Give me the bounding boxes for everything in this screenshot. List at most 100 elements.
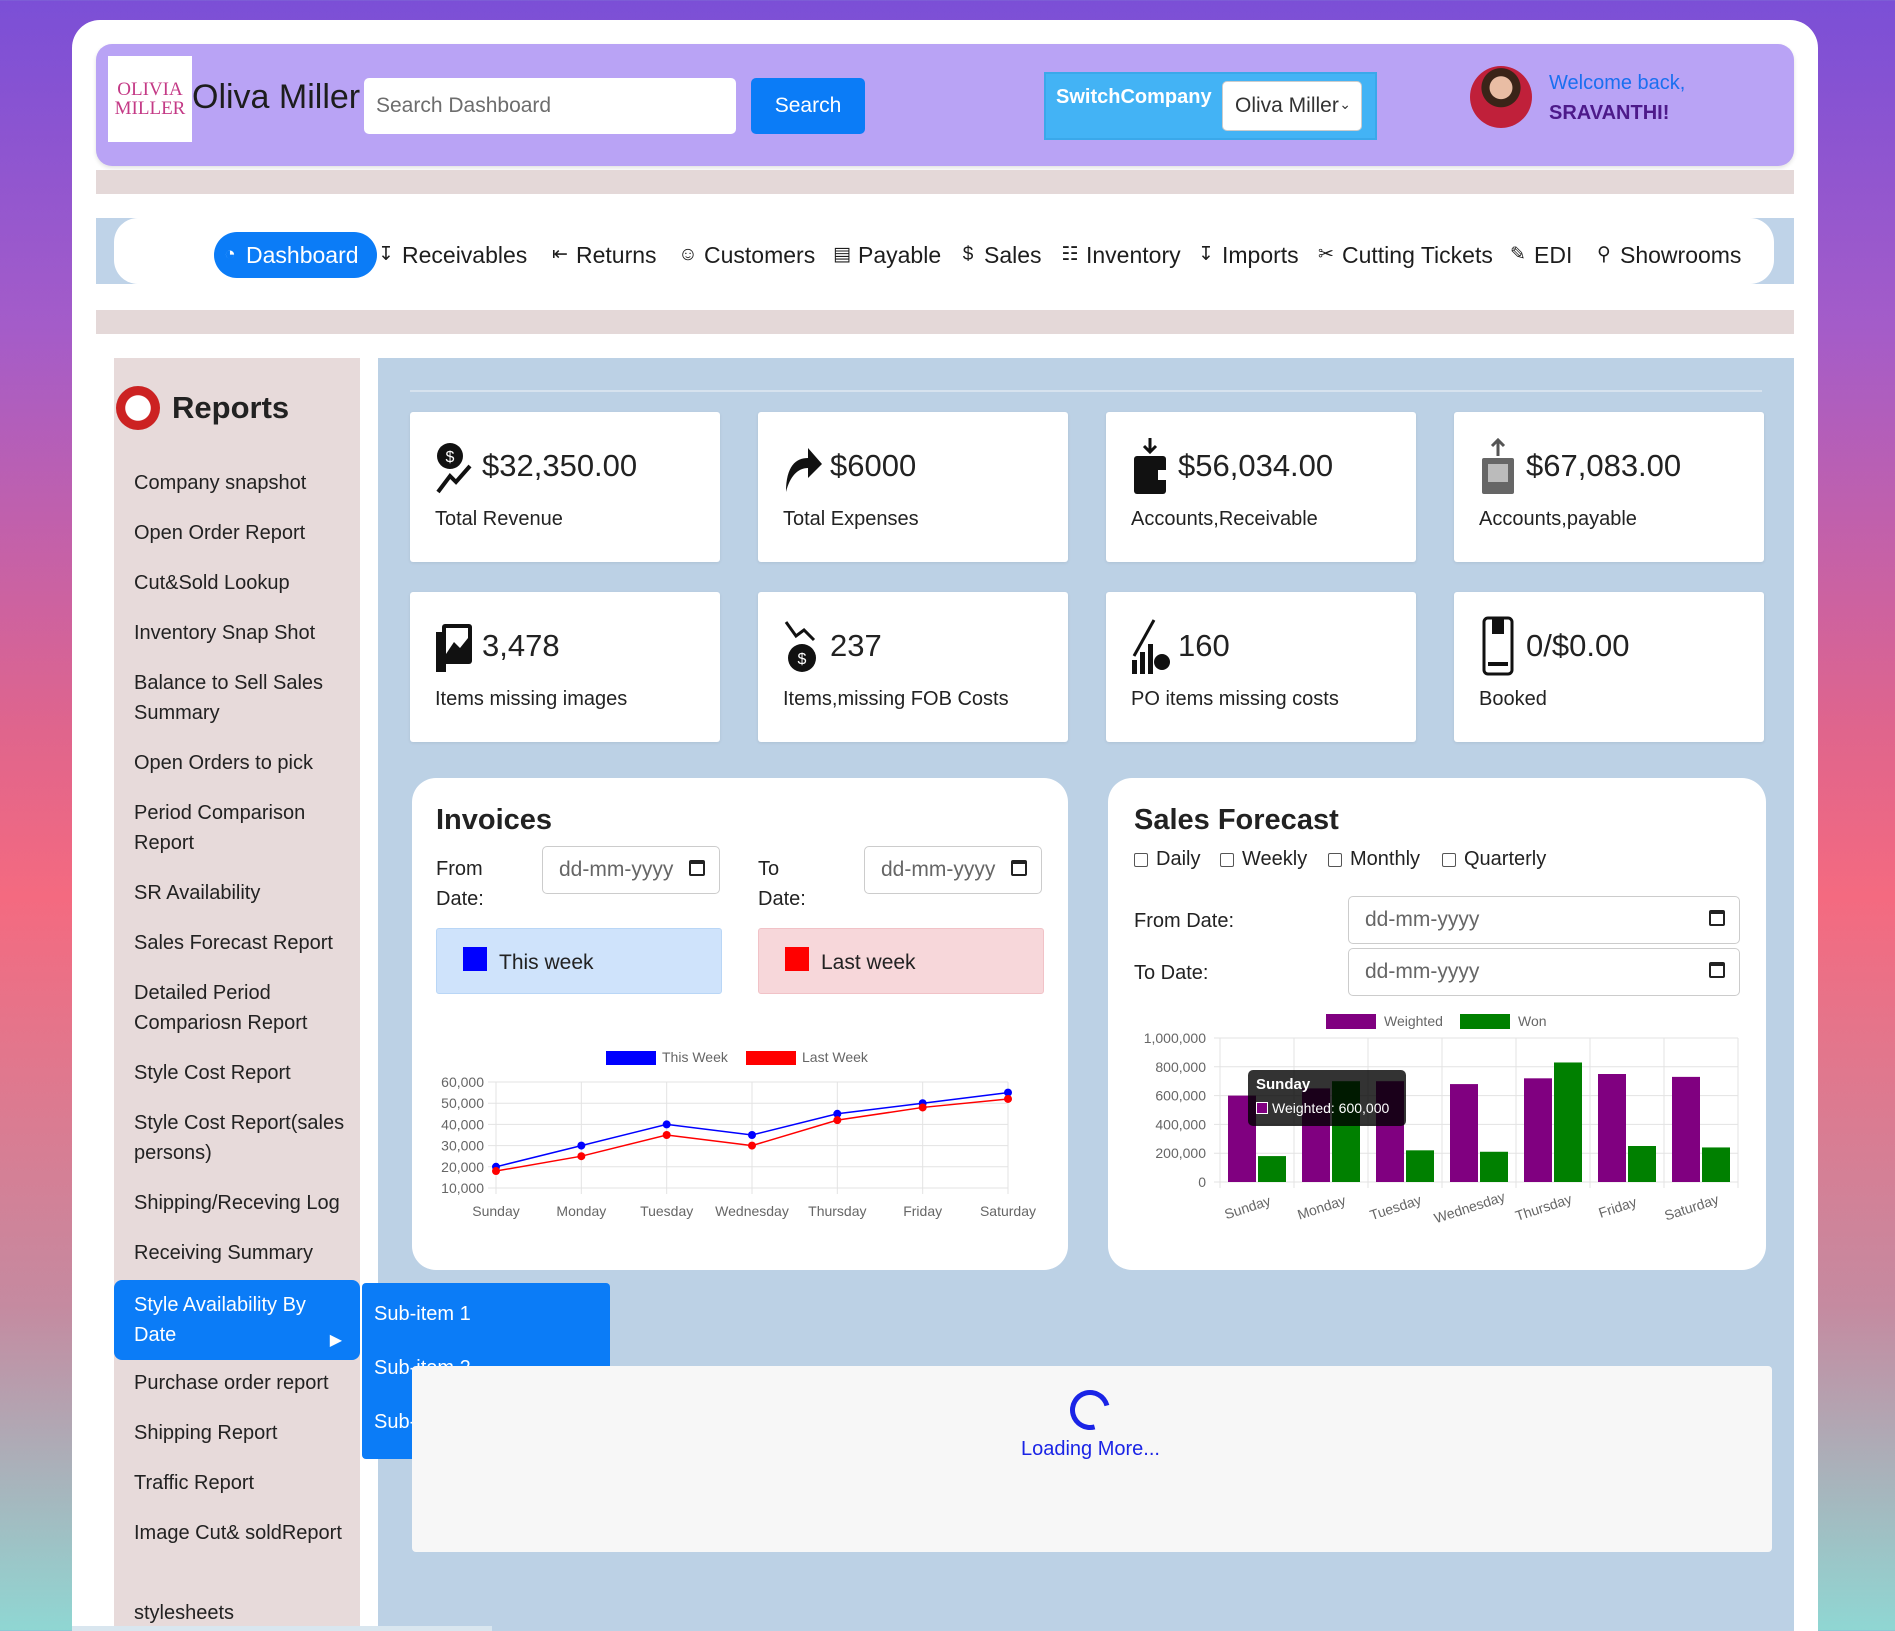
nav-returns[interactable]: ⇤ Returns — [548, 232, 657, 278]
nav-edi[interactable]: ✎ EDI — [1506, 232, 1572, 278]
company-logo[interactable]: OLIVIA MILLER — [108, 56, 192, 142]
legend-swatch — [1460, 1014, 1510, 1029]
checkbox-box — [1134, 852, 1148, 867]
stat-card-booked[interactable]: 0/$0.00 Booked — [1454, 592, 1764, 742]
po-chart-icon — [1132, 619, 1170, 674]
search-button[interactable]: Search — [751, 78, 865, 134]
sidebar-item-inventory-snapshot[interactable]: Inventory Snap Shot — [134, 618, 354, 648]
sidebar-item-purchase-order[interactable]: Purchase order report — [134, 1368, 354, 1398]
nav-customers[interactable]: ☺ Customers — [676, 232, 815, 278]
bar — [1480, 1151, 1508, 1182]
reports-sidebar: Reports Company snapshot Open Order Repo… — [114, 358, 360, 1631]
sidebar-title: Reports — [172, 390, 290, 425]
y-tick-label: 30,000 — [441, 1138, 484, 1154]
sidebar-item-sr-availability[interactable]: SR Availability — [134, 878, 354, 908]
invoices-to-date[interactable]: dd-mm-yyyy — [864, 846, 1042, 894]
forecast-to-date[interactable]: dd-mm-yyyy — [1348, 948, 1740, 996]
sidebar-item-balance-to-sell[interactable]: Balance to Sell Sales Summary — [134, 668, 354, 728]
nav-dashboard[interactable]: ◔ Dashboard — [214, 232, 377, 278]
nav-sales[interactable]: $ Sales — [956, 232, 1042, 278]
legend-label: Won — [1518, 1013, 1547, 1029]
stat-label: Total Expenses — [783, 508, 919, 530]
import-icon: ↧ — [1198, 244, 1214, 265]
sidebar-item-style-cost-sales[interactable]: Style Cost Report(sales persons) — [134, 1108, 354, 1168]
bar — [1672, 1076, 1700, 1182]
sidebar-item-stylesheets[interactable]: stylesheets — [134, 1598, 354, 1628]
daily-checkbox[interactable]: Daily — [1134, 848, 1200, 871]
bar — [1524, 1078, 1552, 1182]
sales-icon: $ — [962, 244, 974, 265]
invoices-from-date[interactable]: dd-mm-yyyy — [542, 846, 720, 894]
sidebar-item-open-order-report[interactable]: Open Order Report — [134, 518, 354, 548]
sidebar-item-company-snapshot[interactable]: Company snapshot — [134, 468, 354, 498]
sidebar-item-receiving-summary[interactable]: Receiving Summary — [134, 1238, 354, 1268]
x-tick-label: Thursday — [808, 1203, 866, 1219]
stat-card-missing-images[interactable]: 3,478 Items missing images — [410, 592, 720, 742]
stat-card-missing-fob[interactable]: $ 237 Items,missing FOB Costs — [758, 592, 1068, 742]
switch-company-group: SwitchCompany Oliva Miller ⌄ — [1044, 72, 1377, 140]
stat-card-receivable[interactable]: $56,034.00 Accounts,Receivable — [1106, 412, 1416, 562]
nav-receivables[interactable]: ↧ Receivables — [374, 232, 527, 278]
divider-strip — [96, 310, 1794, 334]
quarterly-checkbox[interactable]: Quarterly — [1442, 848, 1546, 871]
invoice-icon: ▤ — [833, 244, 851, 265]
monthly-checkbox[interactable]: Monthly — [1328, 848, 1420, 871]
data-point — [833, 1116, 842, 1125]
loading-text: Loading More... — [1021, 1438, 1160, 1460]
sidebar-item-style-availability[interactable]: Style Availability By Date ▶ — [114, 1280, 360, 1360]
location-pin-icon: ⚲ — [1597, 244, 1611, 265]
this-week-button[interactable]: This week — [436, 928, 722, 994]
bar — [1628, 1146, 1656, 1182]
avatar[interactable] — [1470, 66, 1532, 128]
sidebar-item-cut-sold-lookup[interactable]: Cut&Sold Lookup — [134, 568, 354, 598]
checkbox-label: Quarterly — [1464, 848, 1547, 870]
sidebar-item-style-cost[interactable]: Style Cost Report — [134, 1058, 354, 1088]
stat-label: Accounts,Receivable — [1131, 508, 1318, 530]
last-week-button[interactable]: Last week — [758, 928, 1044, 994]
sidebar-item-traffic-report[interactable]: Traffic Report — [134, 1468, 354, 1498]
stat-card-revenue[interactable]: $ $32,350.00 Total Revenue — [410, 412, 720, 562]
caret-right-icon: ▶ — [329, 1332, 342, 1349]
nav-cutting-tickets[interactable]: ✂ Cutting Tickets — [1314, 232, 1493, 278]
company-select[interactable]: Oliva Miller ⌄ — [1222, 81, 1362, 131]
sidebar-item-image-cut-sold[interactable]: Image Cut& soldReport — [134, 1518, 354, 1548]
edit-icon: ✎ — [1510, 244, 1526, 265]
nav-imports[interactable]: ↧ Imports — [1194, 232, 1299, 278]
nav-inventory[interactable]: ☷ Inventory — [1058, 232, 1180, 278]
chart-tooltip: Sunday Weighted: 600,000 — [1248, 1070, 1406, 1126]
search-input[interactable] — [364, 78, 736, 134]
nav-label: Sales — [984, 241, 1042, 268]
reports-icon — [116, 386, 160, 430]
data-point — [577, 1152, 586, 1161]
y-tick-label: 1,000,000 — [1144, 1030, 1206, 1046]
sidebar-item-shipping-report[interactable]: Shipping Report — [134, 1418, 354, 1448]
sidebar-item-period-comparison[interactable]: Period Comparison Report — [134, 798, 354, 858]
sidebar-item-detailed-period-comparison[interactable]: Detailed Period Compariosn Report — [134, 978, 354, 1038]
y-tick-label: 60,000 — [441, 1074, 484, 1090]
sidebar-item-shipping-log[interactable]: Shipping/Receving Log — [134, 1188, 354, 1218]
bar — [1554, 1062, 1582, 1182]
this-week-swatch — [463, 947, 487, 971]
sidebar-item-sales-forecast[interactable]: Sales Forecast Report — [134, 928, 354, 958]
nav-showrooms[interactable]: ⚲ Showrooms — [1592, 232, 1741, 278]
stat-card-payable[interactable]: $67,083.00 Accounts,payable — [1454, 412, 1764, 562]
legend-label: Last Week — [802, 1049, 869, 1065]
sidebar-item-open-orders-to-pick[interactable]: Open Orders to pick — [134, 748, 354, 778]
x-tick-label: Monday — [556, 1203, 606, 1219]
submenu-item-1[interactable]: Sub-item 1 — [362, 1303, 471, 1326]
divider-strip — [96, 170, 1794, 194]
stat-label: Accounts,payable — [1479, 508, 1637, 530]
legend-label: This Week — [662, 1049, 729, 1065]
weekly-checkbox[interactable]: Weekly — [1220, 848, 1307, 871]
stat-card-expenses[interactable]: $6000 Total Expenses — [758, 412, 1068, 562]
main-nav: ◔ Dashboard ↧ Receivables ⇤ Returns ☺ Cu… — [114, 218, 1774, 284]
stat-card-po-missing[interactable]: 160 PO items missing costs — [1106, 592, 1416, 742]
stat-value: $56,034.00 — [1178, 448, 1334, 483]
user-circle-icon: ☺ — [678, 244, 698, 265]
stat-label: Booked — [1479, 688, 1547, 710]
cost-icon: $ — [784, 621, 816, 672]
forecast-from-date[interactable]: dd-mm-yyyy — [1348, 896, 1740, 944]
sales-forecast-bar-chart: Weighted Won 1,000,000 800,000 600,000 400,00… — [1144, 1013, 1739, 1224]
nav-payable[interactable]: ▤ Payable — [830, 232, 941, 278]
booked-icon — [1482, 616, 1514, 676]
